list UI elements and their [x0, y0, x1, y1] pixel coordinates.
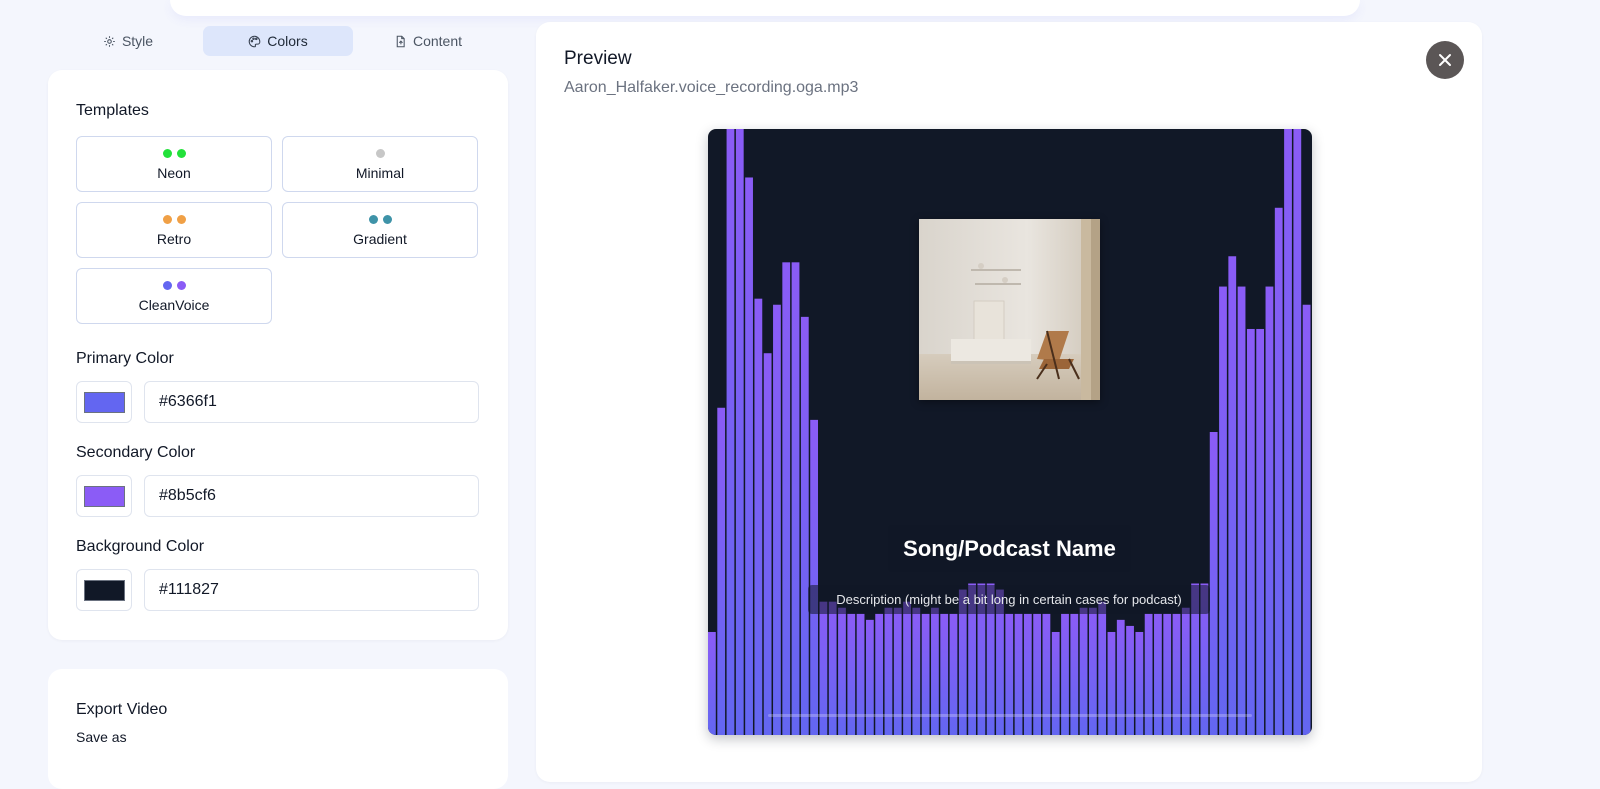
waveform-bar	[1228, 256, 1237, 735]
template-label: CleanVoice	[138, 297, 210, 313]
waveform-bar	[1293, 129, 1302, 735]
background-color-label: Background Color	[76, 538, 205, 555]
template-dots	[283, 215, 477, 224]
gear-icon	[104, 35, 115, 47]
template-label: Gradient	[353, 231, 407, 247]
template-label: Retro	[156, 231, 192, 247]
waveform-bar	[708, 631, 716, 735]
color-dot-icon	[162, 149, 172, 158]
song-description-overlay: Description (might be a bit long in cert…	[808, 585, 1210, 614]
waveform-bar	[800, 316, 809, 735]
waveform-bar	[865, 619, 874, 735]
settings-tabs: Style Colors Content	[48, 26, 508, 56]
secondary-color-input[interactable]	[144, 475, 479, 517]
background-color-input[interactable]	[144, 569, 479, 611]
save-as-label: Save as	[76, 729, 127, 745]
primary-color-label: Primary Color	[76, 350, 174, 367]
template-label: Minimal	[355, 165, 405, 181]
secondary-color-swatch	[84, 486, 125, 507]
waveform-bar	[1135, 631, 1144, 735]
album-art-room-illustration	[919, 219, 1100, 400]
waveform-bar	[1237, 286, 1246, 735]
song-title-overlay: Song/Podcast Name	[888, 525, 1131, 572]
preview-filename: Aaron_Halfaker.voice_recording.oga.mp3	[564, 79, 859, 96]
color-dot-icon	[368, 215, 378, 224]
export-panel: Export Video Save as	[48, 669, 508, 789]
waveform-bar	[810, 419, 819, 735]
tab-style-label: Style	[121, 33, 154, 49]
template-dots	[283, 149, 477, 158]
waveform-bar	[1051, 631, 1060, 735]
waveform-bar	[1274, 207, 1283, 735]
primary-color-input[interactable]	[144, 381, 479, 423]
secondary-color-label: Secondary Color	[76, 444, 196, 461]
waveform-bar	[791, 262, 800, 735]
color-dot-icon	[375, 149, 385, 158]
color-dot-icon	[176, 281, 186, 290]
playback-progress-bar[interactable]	[768, 714, 1252, 717]
waveform-bar	[1302, 304, 1311, 735]
palette-icon	[249, 35, 261, 47]
waveform-bar	[782, 262, 791, 735]
color-dot-icon	[162, 215, 172, 224]
visualizer-canvas: Song/Podcast Name Description (might be …	[708, 129, 1312, 735]
waveform-bar	[1284, 129, 1292, 735]
template-dots	[77, 215, 271, 224]
album-art-image	[919, 219, 1100, 400]
template-label: Neon	[157, 165, 191, 181]
tab-style[interactable]: Style	[48, 26, 208, 56]
tab-content[interactable]: Content	[353, 26, 503, 56]
color-dot-icon	[382, 215, 392, 224]
waveform-bar	[754, 298, 763, 735]
top-header-edge	[170, 0, 1360, 16]
template-cleanvoice[interactable]: CleanVoice	[76, 268, 272, 324]
preview-panel: Preview Aaron_Halfaker.voice_recording.o…	[536, 22, 1482, 782]
file-icon	[396, 35, 405, 47]
color-dot-icon	[176, 215, 186, 224]
template-gradient[interactable]: Gradient	[282, 202, 478, 258]
waveform-bar	[1126, 625, 1134, 735]
export-heading: Export Video	[76, 701, 168, 718]
template-retro[interactable]: Retro	[76, 202, 272, 258]
templates-heading: Templates	[76, 102, 149, 119]
template-dots	[77, 149, 271, 158]
secondary-color-picker[interactable]	[76, 475, 132, 517]
waveform-bar	[1116, 619, 1125, 735]
tab-colors[interactable]: Colors	[203, 26, 353, 56]
waveform-bar	[1209, 432, 1218, 735]
waveform-bar	[773, 304, 781, 735]
close-button[interactable]	[1426, 41, 1464, 79]
waveform-bar	[1246, 328, 1255, 735]
waveform-bar	[717, 407, 726, 735]
tab-content-label: Content	[412, 33, 463, 49]
template-neon[interactable]: Neon	[76, 136, 272, 192]
background-color-swatch	[84, 580, 125, 601]
waveform-bar	[763, 353, 772, 735]
primary-color-swatch	[84, 392, 125, 413]
color-dot-icon	[162, 281, 172, 290]
color-dot-icon	[176, 149, 186, 158]
waveform-bar	[735, 129, 744, 735]
template-minimal[interactable]: Minimal	[282, 136, 478, 192]
waveform-bar	[1107, 631, 1116, 735]
waveform-bar	[1265, 286, 1274, 735]
primary-color-picker[interactable]	[76, 381, 132, 423]
preview-title: Preview	[564, 48, 632, 69]
waveform-bar	[1256, 328, 1265, 735]
template-dots	[77, 281, 271, 290]
colors-panel: Templates Neon Minimal Retro Gradient Cl…	[48, 70, 508, 640]
background-color-picker[interactable]	[76, 569, 132, 611]
waveform-bar	[1219, 286, 1227, 735]
waveform-bar	[745, 177, 753, 735]
waveform-bar	[726, 129, 735, 735]
close-icon	[1439, 54, 1451, 66]
tab-colors-label: Colors	[267, 33, 308, 49]
